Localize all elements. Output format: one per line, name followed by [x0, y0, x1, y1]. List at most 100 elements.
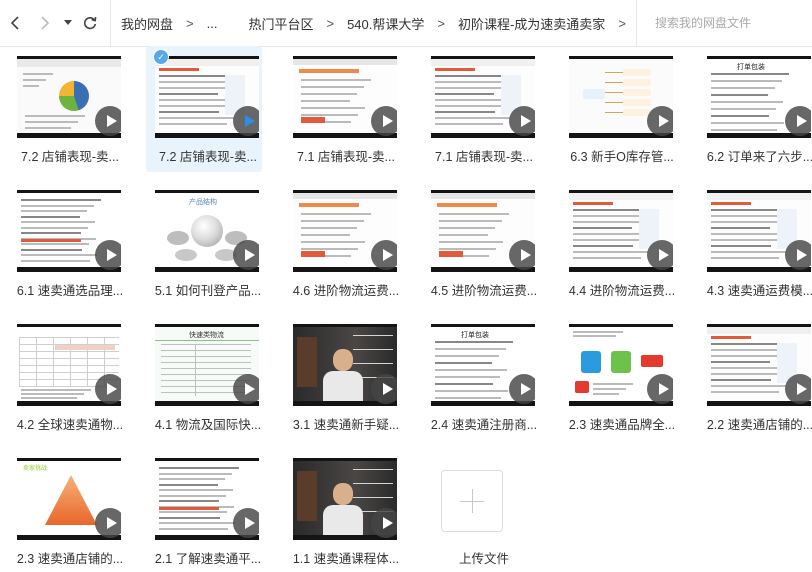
play-icon[interactable] [785, 106, 811, 136]
breadcrumb-root[interactable]: 我的网盘 [121, 14, 173, 33]
play-icon[interactable] [95, 508, 121, 538]
video-thumbnail: 卖家挑战 [17, 458, 121, 540]
video-file-item[interactable]: 1.1 速卖通课程体... [284, 448, 400, 572]
play-icon[interactable] [233, 508, 259, 538]
play-icon[interactable] [95, 240, 121, 270]
file-name-label: 7.2 店铺表现-卖... [21, 150, 119, 164]
video-file-item[interactable]: 4.5 进阶物流运费... [422, 180, 538, 306]
breadcrumb-current-folder[interactable]: 初阶课程-成为速卖通卖家 [458, 14, 605, 33]
play-icon[interactable] [509, 240, 535, 270]
play-icon[interactable] [371, 374, 397, 404]
search-input[interactable] [653, 0, 812, 46]
file-name-label: 4.1 物流及国际快... [154, 418, 262, 432]
video-thumbnail [569, 56, 673, 138]
play-icon[interactable] [647, 374, 673, 404]
video-file-item[interactable]: 打单包装 6.2 订单来了六步... [698, 46, 812, 172]
video-file-item[interactable]: 2.2 速卖通店铺的... [698, 314, 812, 440]
plus-icon [441, 470, 503, 532]
play-icon[interactable] [785, 374, 811, 404]
video-file-item[interactable]: 7.1 店铺表现-卖... [422, 46, 538, 172]
breadcrumb-collapsed[interactable]: ... [207, 16, 218, 31]
upload-label: 上传文件 [458, 552, 509, 566]
play-icon[interactable] [371, 508, 397, 538]
video-thumbnail [17, 56, 121, 138]
file-grid: 7.2 店铺表现-卖... ✓ 7.2 店铺表现-卖... 7.1 店铺表现-卖...… [0, 46, 812, 572]
video-thumbnail [17, 324, 121, 406]
video-file-item[interactable]: 4.3 速卖通运费模... [698, 180, 812, 306]
video-thumbnail [707, 324, 811, 406]
play-icon[interactable] [95, 374, 121, 404]
play-icon[interactable] [371, 106, 397, 136]
pyramid-graphic [45, 475, 97, 525]
chevron-left-icon [10, 16, 19, 30]
video-file-item[interactable]: 6.1 速卖通选品理... [8, 180, 124, 306]
video-file-item[interactable]: 6.3 新手O库存管... [560, 46, 676, 172]
video-thumbnail [569, 190, 673, 272]
video-thumbnail [569, 324, 673, 406]
slide-title-text: 打单包装 [461, 332, 489, 339]
refresh-button[interactable] [80, 12, 100, 34]
play-icon[interactable] [233, 106, 259, 136]
play-icon[interactable] [371, 240, 397, 270]
video-file-item[interactable]: 产品结构 5.1 如何刊登产品... [146, 180, 262, 306]
file-name-label: 2.3 速卖通品牌全... [568, 418, 676, 432]
video-thumbnail: 产品结构 [155, 190, 259, 272]
video-file-item[interactable]: 7.2 店铺表现-卖... [8, 46, 124, 172]
file-name-label: 3.1 速卖通新手疑... [292, 418, 400, 432]
video-thumbnail [155, 458, 259, 540]
file-name-label: 1.1 速卖通课程体... [292, 552, 400, 566]
file-name-label: 7.1 店铺表现-卖... [435, 150, 533, 164]
play-icon[interactable] [233, 240, 259, 270]
breadcrumb: 我的网盘 > ... 热门平台区 > 540.帮课大学 > 初阶课程-成为速卖通… [110, 0, 632, 46]
video-file-item[interactable]: ✓ 7.2 店铺表现-卖... [146, 46, 262, 172]
video-file-item[interactable]: 卖家挑战 2.3 速卖通店铺的... [8, 448, 124, 572]
video-thumbnail [431, 190, 535, 272]
forward-button[interactable] [36, 12, 54, 34]
slide-title-text: 产品结构 [189, 199, 217, 206]
video-thumbnail [293, 458, 397, 540]
video-file-item[interactable]: 4.2 全球速卖通物... [8, 314, 124, 440]
file-name-label: 2.4 速卖通注册商... [430, 418, 538, 432]
breadcrumb-separator: > [186, 15, 194, 31]
file-name-label: 6.1 速卖通选品理... [16, 284, 124, 298]
play-icon[interactable] [785, 240, 811, 270]
video-file-item[interactable]: 2.3 速卖通品牌全... [560, 314, 676, 440]
video-thumbnail [17, 190, 121, 272]
file-name-label: 4.6 进阶物流运费... [292, 284, 400, 298]
file-name-label: 2.1 了解速卖通平... [154, 552, 262, 566]
video-file-item[interactable]: 打单包装 2.4 速卖通注册商... [422, 314, 538, 440]
video-thumbnail [293, 324, 397, 406]
video-file-item[interactable]: 4.4 进阶物流运费... [560, 180, 676, 306]
video-file-item[interactable]: 4.6 进阶物流运费... [284, 180, 400, 306]
search-box [636, 0, 812, 46]
video-file-item[interactable]: 3.1 速卖通新手疑... [284, 314, 400, 440]
file-name-label: 6.3 新手O库存管... [570, 150, 674, 164]
video-thumbnail: 快速类物流 [155, 324, 259, 406]
video-thumbnail [431, 56, 535, 138]
video-thumbnail [707, 190, 811, 272]
file-name-label: 7.2 店铺表现-卖... [159, 150, 257, 164]
play-icon[interactable] [509, 374, 535, 404]
video-file-item[interactable]: 2.1 了解速卖通平... [146, 448, 262, 572]
file-name-label: 4.4 进阶物流运费... [568, 284, 676, 298]
file-name-label: 5.1 如何刊登产品... [154, 284, 262, 298]
upload-file-tile[interactable]: 上传文件 [422, 448, 538, 572]
file-name-label: 4.3 速卖通运费模... [706, 284, 812, 298]
play-icon[interactable] [647, 106, 673, 136]
breadcrumb-hot-platform[interactable]: 热门平台区 [248, 14, 313, 33]
video-thumbnail [293, 56, 397, 138]
video-thumbnail [293, 190, 397, 272]
history-dropdown-button[interactable] [60, 12, 76, 34]
play-icon[interactable] [95, 106, 121, 136]
selected-check-icon[interactable]: ✓ [153, 49, 169, 65]
play-icon[interactable] [233, 374, 259, 404]
play-icon[interactable] [509, 106, 535, 136]
back-button[interactable] [6, 12, 24, 34]
video-file-item[interactable]: 7.1 店铺表现-卖... [284, 46, 400, 172]
video-file-item[interactable]: 快速类物流 4.1 物流及国际快... [146, 314, 262, 440]
play-icon[interactable] [647, 240, 673, 270]
video-thumbnail: 打单包装 [707, 56, 811, 138]
caret-down-icon [64, 20, 72, 25]
file-name-label: 2.3 速卖通店铺的... [16, 552, 124, 566]
breadcrumb-bangke[interactable]: 540.帮课大学 [347, 14, 424, 33]
